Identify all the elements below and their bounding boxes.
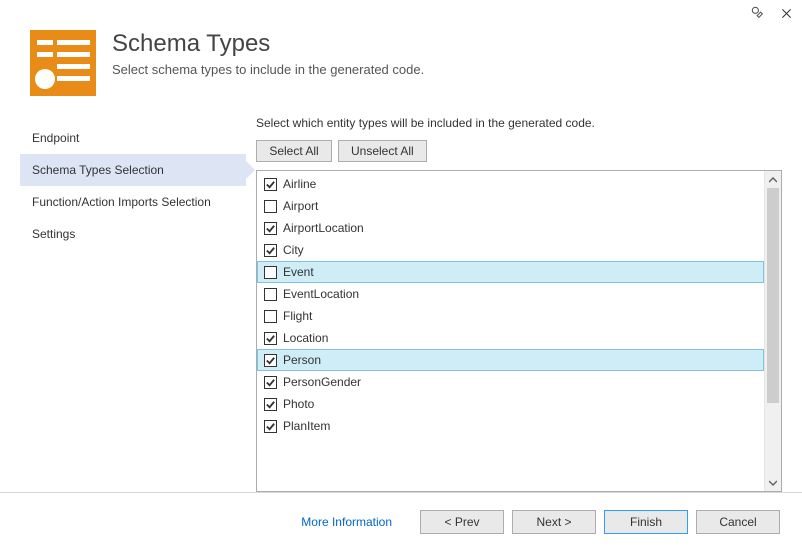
entity-checkbox[interactable]	[264, 200, 277, 213]
entity-label: Event	[283, 265, 314, 279]
page-title: Schema Types	[112, 30, 424, 58]
entity-checkbox[interactable]	[264, 288, 277, 301]
entity-checkbox[interactable]	[264, 354, 277, 367]
entity-checkbox[interactable]	[264, 332, 277, 345]
page-subtitle: Select schema types to include in the ge…	[112, 62, 424, 77]
entity-label: Airport	[283, 199, 318, 213]
sidebar-item-label: Endpoint	[32, 131, 79, 145]
unselect-all-button[interactable]: Unselect All	[338, 140, 427, 162]
entity-row[interactable]: Airport	[257, 195, 764, 217]
finish-button[interactable]: Finish	[604, 510, 688, 534]
more-information-link[interactable]: More Information	[301, 515, 392, 529]
entity-list: Airline Airport AirportLocation City Event Ev…	[256, 170, 782, 492]
scroll-down-icon[interactable]	[765, 474, 781, 491]
entity-row[interactable]: Airline	[257, 173, 764, 195]
sidebar-item[interactable]: Endpoint	[20, 122, 246, 154]
select-all-button[interactable]: Select All	[256, 140, 332, 162]
entity-label: Photo	[283, 397, 314, 411]
entity-row[interactable]: Flight	[257, 305, 764, 327]
schema-types-icon	[30, 30, 96, 96]
entity-checkbox[interactable]	[264, 266, 277, 279]
entity-checkbox[interactable]	[264, 178, 277, 191]
entity-checkbox[interactable]	[264, 244, 277, 257]
cancel-button[interactable]: Cancel	[696, 510, 780, 534]
next-button[interactable]: Next >	[512, 510, 596, 534]
entity-label: Airline	[283, 177, 316, 191]
sidebar-item[interactable]: Settings	[20, 218, 246, 250]
entity-row[interactable]: Person	[257, 349, 764, 371]
entity-label: Flight	[283, 309, 312, 323]
entity-label: PersonGender	[283, 375, 361, 389]
entity-checkbox[interactable]	[264, 310, 277, 323]
entity-checkbox[interactable]	[264, 420, 277, 433]
entity-row[interactable]: Location	[257, 327, 764, 349]
sidebar-item-label: Settings	[32, 227, 75, 241]
feedback-icon[interactable]	[750, 5, 766, 21]
entity-checkbox[interactable]	[264, 398, 277, 411]
entity-row[interactable]: Event	[257, 261, 764, 283]
instruction-text: Select which entity types will be includ…	[256, 116, 782, 130]
entity-label: EventLocation	[283, 287, 359, 301]
entity-row[interactable]: City	[257, 239, 764, 261]
prev-button[interactable]: < Prev	[420, 510, 504, 534]
entity-row[interactable]: Photo	[257, 393, 764, 415]
entity-row[interactable]: PlanItem	[257, 415, 764, 437]
entity-checkbox[interactable]	[264, 376, 277, 389]
wizard-sidebar: Endpoint Schema Types Selection Function/A…	[20, 116, 246, 492]
entity-label: PlanItem	[283, 419, 330, 433]
entity-label: City	[283, 243, 304, 257]
entity-label: Location	[283, 331, 328, 345]
scrollbar-thumb[interactable]	[767, 188, 779, 403]
entity-checkbox[interactable]	[264, 222, 277, 235]
scroll-up-icon[interactable]	[765, 171, 781, 188]
sidebar-item[interactable]: Schema Types Selection	[20, 154, 246, 186]
entity-row[interactable]: EventLocation	[257, 283, 764, 305]
sidebar-item[interactable]: Function/Action Imports Selection	[20, 186, 246, 218]
entity-label: AirportLocation	[283, 221, 364, 235]
close-icon[interactable]	[778, 5, 794, 21]
sidebar-item-label: Function/Action Imports Selection	[32, 195, 211, 209]
entity-row[interactable]: PersonGender	[257, 371, 764, 393]
sidebar-item-label: Schema Types Selection	[32, 163, 164, 177]
scrollbar[interactable]	[764, 171, 781, 491]
entity-label: Person	[283, 353, 321, 367]
entity-row[interactable]: AirportLocation	[257, 217, 764, 239]
